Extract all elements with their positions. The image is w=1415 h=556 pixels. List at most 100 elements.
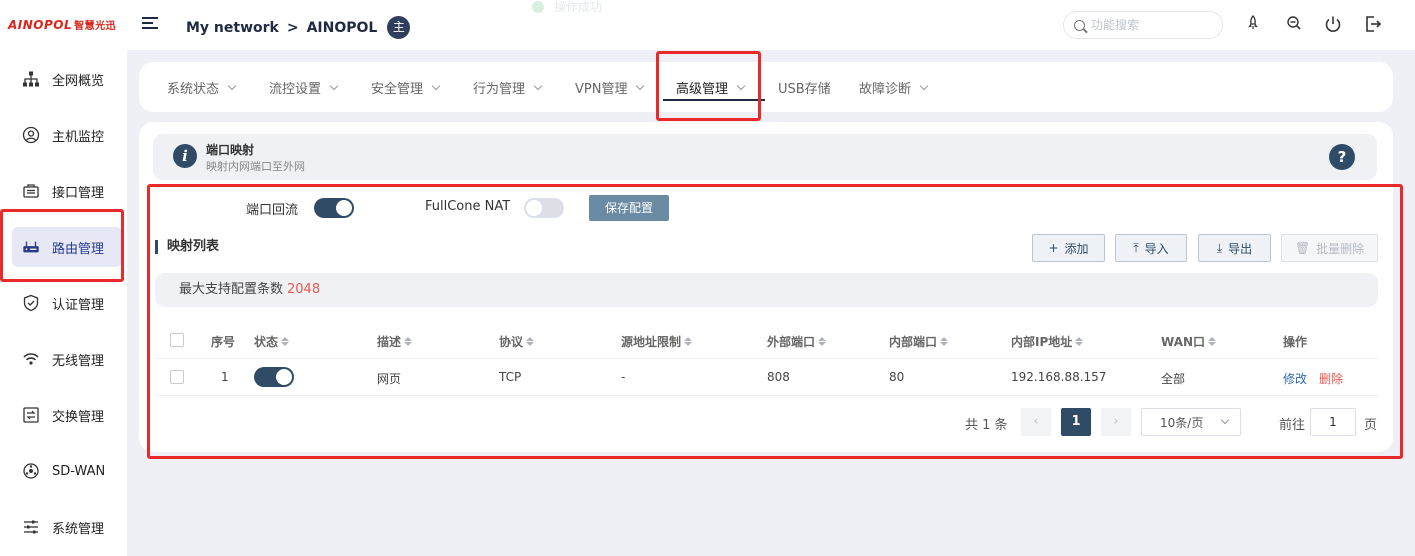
batch-delete-button[interactable]: 🗑 批量删除 <box>1281 234 1378 262</box>
col-ext-port[interactable]: 外部端口 <box>767 333 827 350</box>
search-icon <box>1074 19 1085 31</box>
sidebar-item-label: 交换管理 <box>52 409 105 425</box>
sort-icon[interactable] <box>1075 337 1084 346</box>
sort-icon[interactable] <box>281 337 290 346</box>
limit-bar: 最大支持配置条数 2048 <box>155 273 1378 307</box>
tab-label: 故障诊断 <box>859 82 912 97</box>
next-page-button[interactable]: › <box>1101 408 1131 436</box>
goto-suffix: 页 <box>1364 418 1378 433</box>
chevron-down-icon <box>1220 415 1230 425</box>
sidebar-item-sdwan[interactable]: SD-WAN <box>12 451 122 491</box>
tab-behavior[interactable]: 行为管理 <box>473 78 543 97</box>
user-circle-icon <box>22 126 40 144</box>
cell-int-port: 80 <box>889 370 905 384</box>
breadcrumb-current: AINOPOL <box>306 19 378 36</box>
sidebar-item-host-monitor[interactable]: 主机监控 <box>12 115 122 155</box>
row-checkbox[interactable] <box>170 370 184 384</box>
col-int-port[interactable]: 内部端口 <box>889 333 949 350</box>
toggle-knob <box>336 200 352 216</box>
tab-vpn[interactable]: VPN管理 <box>575 78 645 97</box>
tab-advanced[interactable]: 高级管理 <box>676 78 746 97</box>
sort-icon[interactable] <box>404 337 413 346</box>
import-button[interactable]: ⤒ 导入 <box>1115 234 1187 262</box>
sidebar-item-wireless[interactable]: 无线管理 <box>12 339 122 379</box>
tab-usb-storage[interactable]: USB存储 <box>778 78 831 97</box>
cell-protocol: TCP <box>499 370 522 384</box>
col-wan[interactable]: WAN口 <box>1161 333 1217 350</box>
tab-label: 安全管理 <box>371 82 424 97</box>
power-icon[interactable] <box>1323 14 1343 34</box>
sort-icon[interactable] <box>684 337 693 346</box>
col-label: 内部端口 <box>889 335 938 349</box>
sidebar-item-label: 全网概览 <box>52 73 105 89</box>
loopback-label: 端口回流 <box>246 203 299 218</box>
sort-icon[interactable] <box>818 337 827 346</box>
sliders-icon <box>22 518 40 536</box>
switch-icon <box>22 406 40 424</box>
breadcrumb: My network > AINOPOL 主 <box>186 16 411 39</box>
menu-toggle-icon[interactable] <box>142 17 158 31</box>
page-size-value: 10条/页 <box>1160 415 1204 430</box>
delete-link[interactable]: 删除 <box>1319 370 1343 387</box>
sidebar-item-system[interactable]: 系统管理 <box>12 507 122 547</box>
sidebar-item-overview[interactable]: 全网概览 <box>12 59 122 99</box>
page-1-button[interactable]: 1 <box>1061 408 1091 436</box>
col-label: 源地址限制 <box>621 335 682 349</box>
col-protocol[interactable]: 协议 <box>499 333 535 350</box>
col-label: 协议 <box>499 335 524 349</box>
sort-icon[interactable] <box>526 337 535 346</box>
sidebar-item-label: 认证管理 <box>52 297 105 313</box>
col-label: 状态 <box>254 335 279 349</box>
search-input[interactable] <box>1091 18 1211 32</box>
tab-flow-control[interactable]: 流控设置 <box>269 78 339 97</box>
export-button[interactable]: ⤓ 导出 <box>1198 234 1271 262</box>
breadcrumb-separator: > <box>286 19 299 36</box>
sort-icon[interactable] <box>940 337 949 346</box>
toast-success: 操作成功 <box>532 0 602 15</box>
rocket-icon[interactable] <box>1244 14 1264 34</box>
col-status[interactable]: 状态 <box>254 333 290 350</box>
sidebar-item-auth[interactable]: 认证管理 <box>12 283 122 323</box>
chevron-down-icon <box>736 81 746 90</box>
router-icon <box>22 238 40 256</box>
wifi-icon <box>22 350 40 368</box>
col-label: 序号 <box>211 335 236 349</box>
tab-system-status[interactable]: 系统状态 <box>167 78 237 97</box>
goto-page-input[interactable] <box>1310 408 1356 436</box>
breadcrumb-root[interactable]: My network <box>186 20 279 36</box>
select-all-checkbox[interactable] <box>170 333 184 347</box>
logout-icon[interactable] <box>1363 14 1383 34</box>
toggle-knob <box>526 200 542 216</box>
prev-page-button[interactable]: ‹ <box>1021 408 1051 436</box>
tab-diagnosis[interactable]: 故障诊断 <box>859 78 929 97</box>
logo: AINOPOL 智慧光迅 <box>8 17 116 32</box>
fullcone-label: FullCone NAT <box>425 199 511 214</box>
plus-icon: + <box>1048 241 1059 255</box>
sidebar-item-switching[interactable]: 交换管理 <box>12 395 122 435</box>
search-box[interactable] <box>1063 11 1223 39</box>
fullcone-toggle[interactable] <box>524 198 564 218</box>
tab-security[interactable]: 安全管理 <box>371 78 441 97</box>
save-config-button[interactable]: 保存配置 <box>589 195 669 221</box>
add-button[interactable]: + 添加 <box>1032 234 1105 262</box>
edit-link[interactable]: 修改 <box>1283 370 1307 387</box>
mapping-list-title: 映射列表 <box>155 240 219 254</box>
port-mapping-panel: i 端口映射 映射内网端口至外网 ? 端口回流 FullCone NAT 保存配… <box>139 122 1393 452</box>
chevron-down-icon <box>431 81 441 90</box>
sidebar-item-label: 接口管理 <box>52 185 105 201</box>
toggle-knob <box>276 369 292 385</box>
sort-icon[interactable] <box>1208 337 1217 346</box>
row-status-toggle[interactable] <box>254 367 294 387</box>
col-desc[interactable]: 描述 <box>377 333 413 350</box>
avatar[interactable]: 主 <box>387 16 411 39</box>
col-src-limit[interactable]: 源地址限制 <box>621 333 693 350</box>
loopback-toggle[interactable] <box>314 198 354 218</box>
sidebar-item-routing[interactable]: 路由管理 <box>12 227 122 267</box>
cell-wan: 全部 <box>1161 372 1186 386</box>
help-icon[interactable]: ? <box>1329 144 1355 170</box>
col-int-ip[interactable]: 内部IP地址 <box>1011 333 1084 350</box>
zoom-out-icon[interactable] <box>1285 14 1305 34</box>
page-size-select[interactable]: 10条/页 <box>1141 408 1241 436</box>
top-header: AINOPOL 智慧光迅 My network > AINOPOL 主 操作成功 <box>0 0 1415 50</box>
sidebar-item-interface[interactable]: 接口管理 <box>12 171 122 211</box>
